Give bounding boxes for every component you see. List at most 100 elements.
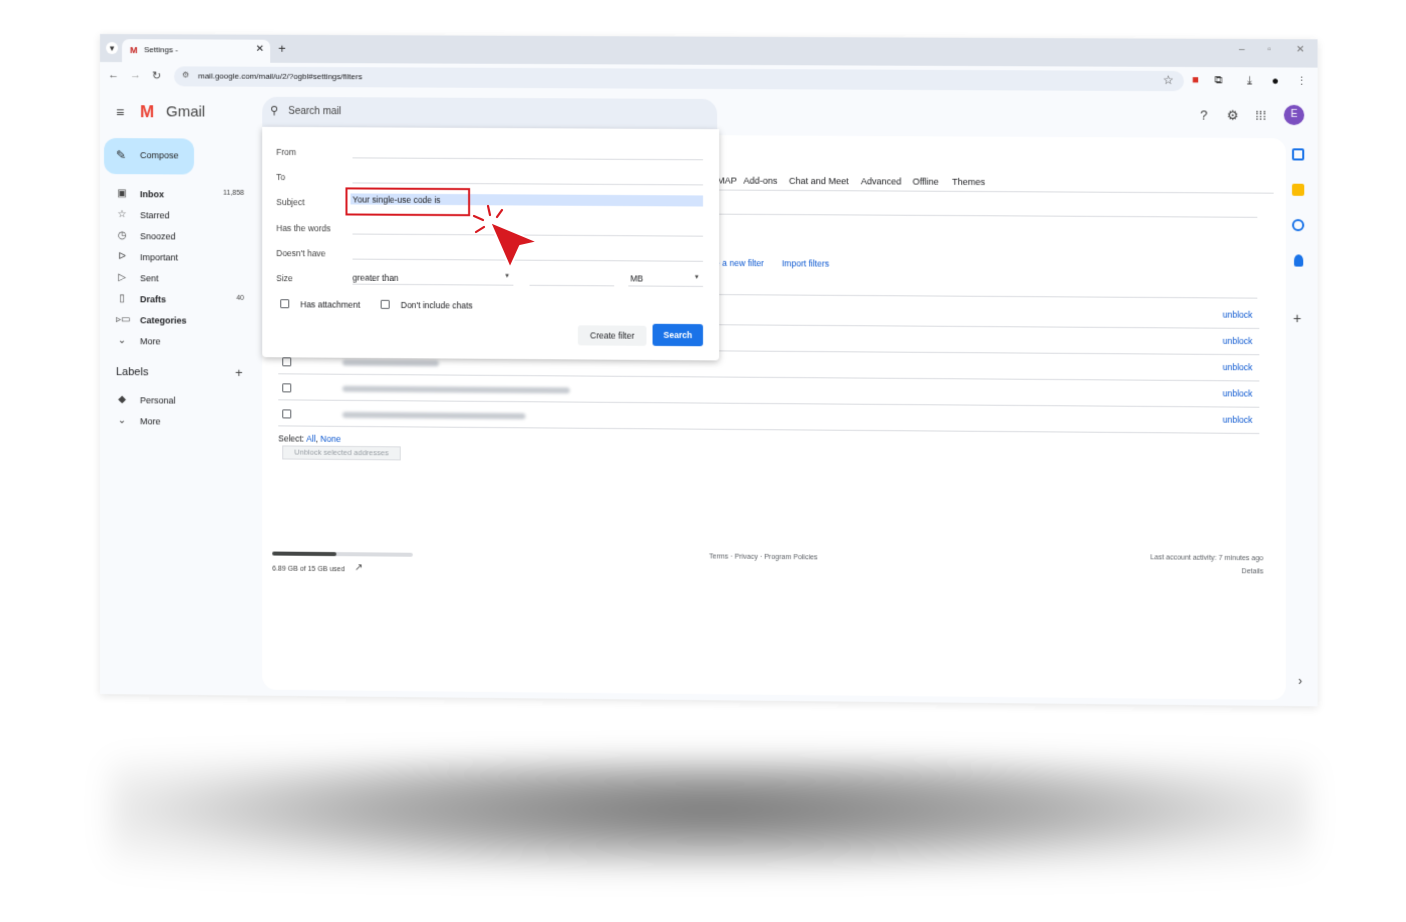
add-label-icon[interactable]: + [235,365,243,380]
browser-tab[interactable]: M Settings - ✕ [121,39,271,63]
sidebar-item-drafts[interactable]: ▯ Drafts 40 [104,289,254,310]
settings-gear-icon[interactable]: ⚙ [1227,108,1239,124]
row-checkbox[interactable] [282,383,292,393]
unblock-link[interactable]: unblock [1223,362,1253,372]
download-icon[interactable]: ⤓ [1247,74,1252,87]
create-filter-button[interactable]: Create filter [577,325,647,346]
sidebar-label-personal[interactable]: ◆ Personal [104,390,254,411]
important-icon: ᐅ [118,251,126,263]
subject-label: Subject [276,197,305,208]
forward-icon[interactable]: → [130,69,141,81]
contacts-icon[interactable] [1294,254,1304,267]
sidebar-item-snoozed[interactable]: ◷ Snoozed [104,226,254,247]
tab-themes[interactable]: Themes [952,177,985,187]
sidebar-item-inbox[interactable]: ▣ Inbox 11,858 [104,184,254,205]
labels-heading: Labels [115,366,149,379]
browser-window: ▾ M Settings - ✕ + – ▫ ✕ ← → ↻ ⚙ mail.go… [100,34,1318,707]
profile-icon[interactable]: ● [1272,73,1279,87]
tab-search-icon[interactable]: ▾ [105,42,118,55]
url-text: mail.google.com/mail/u/2/?ogbl#settings/… [198,71,363,82]
unblock-link[interactable]: unblock [1223,336,1253,346]
get-addons-icon[interactable]: + [1293,310,1301,326]
select-all-link[interactable]: All [306,434,315,444]
tab-imap[interactable]: MAP [717,175,737,185]
blurred-address [342,359,439,367]
tab-add-ons[interactable]: Add-ons [743,176,777,186]
import-filters-link[interactable]: Import filters [782,258,829,268]
sidebar-item-count: 40 [236,294,245,302]
account-avatar[interactable]: E [1283,104,1305,126]
row-checkbox[interactable] [282,409,292,419]
help-icon[interactable]: ? [1200,107,1207,122]
tab-chat-and-meet[interactable]: Chat and Meet [789,176,849,186]
address-bar[interactable]: ⚙ mail.google.com/mail/u/2/?ogbl#setting… [174,66,1184,92]
unblock-link[interactable]: unblock [1223,415,1253,425]
minimize-icon[interactable]: – [1239,44,1245,55]
has-attachment-label: Has attachment [300,299,361,310]
compose-button[interactable]: ✎ Compose [103,138,195,175]
star-icon: ☆ [117,209,127,221]
tab-advanced[interactable]: Advanced [861,176,902,186]
storage-fill [272,551,337,557]
select-row: Select: All, None [278,433,341,444]
unblock-selected-button[interactable]: Unblock selected addresses [282,445,401,461]
doesnt-have-label: Doesn't have [276,248,326,259]
to-label: To [276,171,286,183]
footer-links[interactable]: Terms · Privacy · Program Policies [709,553,818,561]
sidebar-item-more[interactable]: ⌄ More [104,331,254,352]
keep-icon[interactable] [1292,183,1305,196]
from-field[interactable] [352,157,704,161]
has-words-label: Has the words [276,223,331,234]
close-window-icon[interactable]: ✕ [1296,44,1305,55]
tasks-icon[interactable] [1292,219,1305,232]
sidebar-label-more[interactable]: ⌄ More [104,411,254,432]
maximize-icon[interactable]: ▫ [1268,44,1272,55]
extensions-puzzle-icon[interactable]: ⧉ [1214,74,1222,87]
size-operator-select[interactable]: greater than [352,273,398,283]
has-attachment-checkbox[interactable] [280,299,290,309]
show-side-panel-icon[interactable]: › [1298,674,1302,688]
reload-icon[interactable]: ↻ [152,69,161,82]
unblock-link[interactable]: unblock [1223,388,1253,398]
dont-include-chats-checkbox[interactable] [380,299,390,309]
sidebar-item-label: Inbox [140,189,165,200]
sidebar-item-starred[interactable]: ☆ Starred [104,205,254,226]
details-link[interactable]: Details [1242,568,1264,575]
size-operator-underline [352,283,514,286]
apps-grid-icon[interactable]: ⁞⁞⁞ [1255,108,1266,123]
size-label: Size [276,273,293,284]
unblock-link[interactable]: unblock [1223,310,1253,320]
size-unit-select[interactable]: MB [630,273,643,283]
search-button[interactable]: Search [652,323,704,347]
main-menu-icon[interactable]: ≡ [116,104,124,120]
from-label: From [276,146,297,158]
size-value-field[interactable] [529,284,615,287]
tab-offline[interactable]: Offline [913,177,939,187]
screenshot-stage: ▾ M Settings - ✕ + – ▫ ✕ ← → ↻ ⚙ mail.go… [0,0,1406,922]
sidebar-item-important[interactable]: ᐅ Important [104,247,254,268]
calendar-icon[interactable] [1292,148,1305,161]
bookmark-star-icon[interactable]: ☆ [1163,73,1174,87]
external-link-icon[interactable]: ↗ [355,562,363,573]
dropdown-arrow-icon: ▾ [694,273,699,281]
label-filled-icon: ◆ [118,394,126,406]
sidebar-item-sent[interactable]: ▷ Sent [104,268,254,289]
tab-close-icon[interactable]: ✕ [256,44,264,55]
search-icon[interactable]: ⚲ [270,104,278,117]
to-field[interactable] [352,182,704,186]
new-tab-icon[interactable]: + [278,41,286,56]
site-info-icon[interactable]: ⚙ [182,70,189,79]
select-none-link[interactable]: None [320,434,340,444]
extension-badge-icon[interactable]: ■ [1192,74,1199,86]
create-filter-link[interactable]: e a new filter [715,258,764,268]
back-icon[interactable]: ← [108,69,119,81]
sidebar-item-label: Personal [140,395,176,406]
gmail-logo-text[interactable]: Gmail [166,103,205,120]
browser-menu-icon[interactable]: ⋮ [1296,75,1307,88]
search-placeholder: Search mail [288,105,342,118]
blurred-address [342,411,526,420]
row-checkbox[interactable] [282,357,292,367]
sidebar-item-categories[interactable]: ▹▭ Categories [104,310,254,331]
gmail-logo-icon[interactable]: M [140,102,154,122]
search-bar[interactable]: ⚲ Search mail [262,96,718,130]
